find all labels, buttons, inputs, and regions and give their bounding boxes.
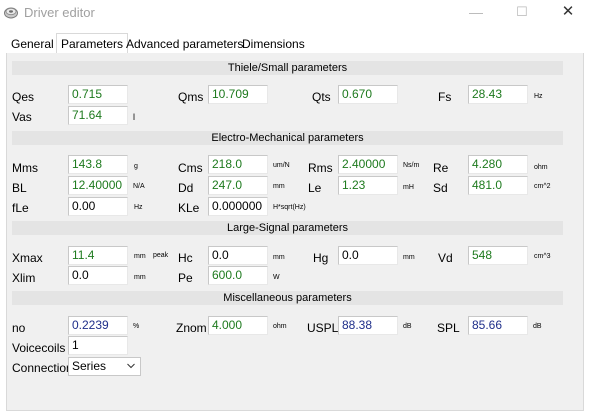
rms-unit: Ns/m [403,162,420,169]
section-misc: Miscellaneous parameters [12,291,563,305]
le-unit: mH [403,184,414,191]
rms-field[interactable]: 2.40000 [338,155,398,174]
connection-select[interactable]: Series [68,357,141,376]
xlim-unit: mm [134,274,146,281]
speaker-app-icon [4,7,18,19]
pe-label: Pe [178,271,193,285]
vd-label: Vd [438,251,453,265]
pe-unit: W [273,274,280,281]
xlim-label: Xlim [12,271,36,285]
le-field[interactable]: 1.23 [338,176,398,195]
spl-field[interactable]: 85.66 [468,316,528,335]
bl-label: BL [12,181,27,195]
znom-field[interactable]: 4.000 [208,316,268,335]
title-bar: Driver editor — ☐ ✕ [0,0,591,26]
sd-unit: cm^2 [534,183,551,190]
tab-parameters[interactable]: Parameters [56,33,129,54]
hg-unit: mm [403,254,415,261]
qes-label: Qes [12,90,35,104]
voicecoils-field[interactable]: 1 [68,336,128,355]
tab-general[interactable]: General [7,36,58,53]
sd-label: Sd [433,181,448,195]
re-unit: ohm [534,164,548,171]
hc-unit: mm [273,254,285,261]
hg-label: Hg [313,251,329,265]
spl-unit: dB [533,323,542,330]
tab-advanced-parameters[interactable]: Advanced parameters [122,36,247,53]
spl-label: SPL [437,321,460,335]
sd-field[interactable]: 481.0 [468,176,528,195]
hg-field[interactable]: 0.0 [338,246,398,265]
cms-field[interactable]: 218.0 [208,155,268,174]
kle-field[interactable]: 0.000000 [208,197,268,216]
no-unit: % [133,323,140,330]
tab-dimensions[interactable]: Dimensions [238,36,309,53]
section-electro-mechanical: Electro-Mechanical parameters [12,131,563,145]
kle-label: KLe [178,201,200,215]
xlim-field[interactable]: 0.0 [68,266,128,285]
cms-label: Cms [178,161,203,175]
znom-label: Znom [176,321,207,335]
fs-label: Fs [438,90,452,104]
qes-field[interactable]: 0.715 [68,85,128,104]
window-title: Driver editor [24,5,95,20]
xmax-peak-unit: peak [153,252,169,259]
le-label: Le [308,181,322,195]
bl-field[interactable]: 12.40000 [68,176,128,195]
uspl-unit: dB [403,323,412,330]
voicecoils-label: Voicecoils [12,341,66,355]
qms-field[interactable]: 10.709 [208,85,268,104]
uspl-label: USPL [307,321,339,335]
mms-field[interactable]: 143.8 [68,155,128,174]
znom-unit: ohm [273,323,287,330]
dd-field[interactable]: 247.0 [208,176,268,195]
re-label: Re [433,161,449,175]
vd-field[interactable]: 548 [468,246,528,265]
qts-label: Qts [312,90,331,104]
cms-unit: um/N [273,162,290,169]
xmax-field[interactable]: 11.4 [68,246,128,265]
connection-label: Connection [12,361,73,375]
xmax-unit: mm [134,253,146,260]
close-button[interactable]: ✕ [545,0,591,26]
hc-field[interactable]: 0.0 [208,246,268,265]
vas-label: Vas [12,110,32,124]
pe-field[interactable]: 600.0 [208,266,268,285]
mms-unit: g [134,163,138,170]
uspl-field[interactable]: 88.38 [338,316,398,335]
chevron-down-icon [127,363,135,369]
xmax-label: Xmax [12,251,43,265]
fs-field[interactable]: 28.43 [468,85,528,104]
dd-unit: mm [273,183,285,190]
dd-label: Dd [178,181,194,195]
minimize-button[interactable]: — [453,0,499,26]
no-field[interactable]: 0.2239 [68,316,128,335]
section-large-signal: Large-Signal parameters [12,221,563,235]
qts-field[interactable]: 0.670 [338,85,398,104]
hc-label: Hc [178,251,193,265]
fle-label: fLe [12,201,29,215]
connection-select-value: Series [72,359,107,373]
fle-field[interactable]: 0.00 [68,197,128,216]
vd-unit: cm^3 [534,253,551,260]
maximize-button[interactable]: ☐ [499,0,545,26]
vas-unit: l [133,112,135,122]
kle-unit: H*sqrt(Hz) [273,204,306,211]
vas-field[interactable]: 71.64 [68,106,128,125]
fs-unit: Hz [534,93,543,100]
re-field[interactable]: 4.280 [468,155,528,174]
rms-label: Rms [308,161,333,175]
bl-unit: N/A [133,183,145,190]
mms-label: Mms [12,161,38,175]
qms-label: Qms [178,90,204,104]
fle-unit: Hz [134,204,143,211]
section-thiele-small: Thiele/Small parameters [12,61,563,75]
no-label: no [12,321,26,335]
